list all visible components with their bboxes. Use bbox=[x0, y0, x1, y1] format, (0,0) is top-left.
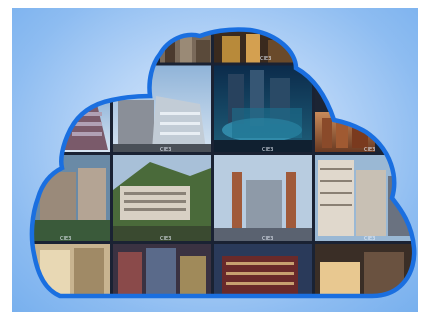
tile-caption: CIE3 bbox=[364, 236, 375, 242]
tile-caption: CIE3 bbox=[260, 56, 271, 62]
photo-tile-5 bbox=[214, 64, 312, 152]
photo-tile-10 bbox=[315, 155, 415, 241]
collage-frame: CIE3 CIE3 CIE3 CIE3 CIE3 CIE3 CIE3 CIE3 bbox=[0, 0, 422, 319]
photo-tile-9 bbox=[214, 155, 312, 241]
cloud-collage: CIE3 CIE3 CIE3 CIE3 CIE3 CIE3 CIE3 CIE3 bbox=[0, 0, 422, 319]
tile-caption: CIE3 bbox=[262, 147, 273, 153]
tile-caption: CIE3 bbox=[160, 147, 171, 153]
tile-caption: CIE3 bbox=[262, 236, 273, 242]
tile-caption: CIE3 bbox=[160, 236, 171, 242]
tile-caption: CIE3 bbox=[364, 147, 375, 153]
tile-caption: CIE3 bbox=[60, 236, 71, 242]
photo-tile-8 bbox=[113, 155, 211, 241]
photo-tile-4 bbox=[113, 64, 211, 152]
photo-tile-7 bbox=[34, 155, 110, 241]
